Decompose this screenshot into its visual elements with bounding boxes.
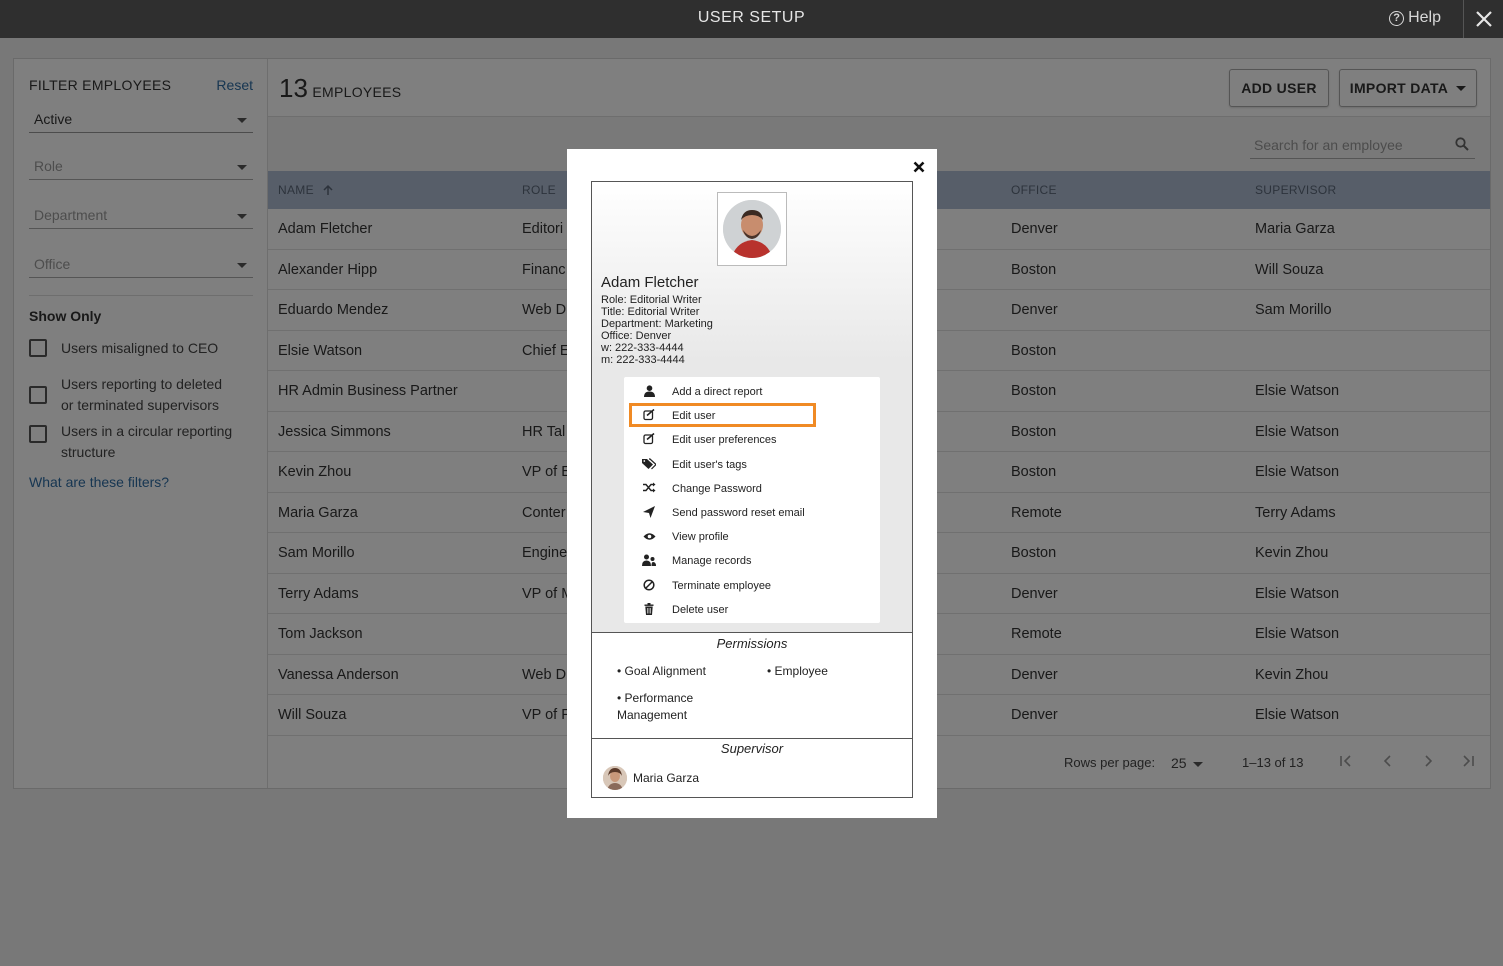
eye-icon [642,530,656,542]
permissions-section: Permissions • Goal Alignment • Employee … [592,633,912,739]
profile-photo [723,200,781,258]
top-bar: USER SETUP ? Help [0,0,1503,38]
detail-line: Title: Editorial Writer [601,306,700,318]
menu-item-label: Edit user [672,410,716,423]
menu-item-terminate-employee[interactable]: Terminate employee [624,573,880,597]
menu-item-label: Send password reset email [672,507,805,519]
detail-line: m: 222-333-4444 [601,354,685,366]
menu-item-view-profile[interactable]: View profile [624,524,880,548]
help-icon: ? [1389,10,1405,26]
menu-item-label: Change Password [672,482,762,495]
close-icon [913,161,925,173]
supervisor-section: Supervisor Maria Garza [592,739,912,797]
supervisor-title: Supervisor [720,741,784,756]
menu-item-label: Manage records [672,555,752,568]
menu-item-label: Add a direct report [672,386,763,398]
permission-item: • Performance [617,691,694,705]
person-icon [642,385,656,397]
menu-item-label: Delete user [672,603,729,616]
supervisor-avatar [603,766,627,790]
menu-item-label: Terminate employee [672,579,772,592]
help-label: Help [1408,9,1441,26]
permission-item: Management [617,708,688,722]
menu-item-delete-user[interactable]: Delete user [624,597,880,621]
permission-item: • Goal Alignment [617,664,706,678]
tags-icon [642,457,656,470]
menu-item-send-password-reset-email[interactable]: Send password reset email [624,500,880,524]
close-modal-button[interactable] [913,157,925,178]
menu-item-edit-user-preferences[interactable]: Edit user preferences [624,427,880,451]
menu-item-label: View profile [672,531,729,544]
shuffle-icon [642,482,656,494]
permission-item: • Employee [767,664,828,678]
menu-item-edit-user[interactable]: Edit user [629,403,816,428]
avatar [717,192,787,266]
menu-item-manage-records[interactable]: Manage records [624,548,880,572]
detail-line: Role: Editorial Writer [601,294,702,306]
edit-icon [642,409,656,421]
supervisor-person[interactable]: Maria Garza [603,766,699,790]
ban-icon [642,579,656,591]
detail-line: w: 222-333-4444 [601,342,684,354]
user-card-header: Adam Fletcher Role: Editorial Writer Titl… [592,182,912,633]
menu-item-change-password[interactable]: Change Password [624,476,880,500]
menu-item-edit-user-s-tags[interactable]: Edit user's tags [624,452,880,476]
menu-item-add-a-direct-report[interactable]: Add a direct report [624,379,880,403]
menu-item-label: Edit user's tags [672,458,747,471]
trash-icon [642,602,656,615]
close-icon [1475,11,1492,27]
user-details: Role: Editorial Writer Title: Editorial W… [601,294,713,366]
close-button[interactable] [1463,0,1503,38]
menu-item-label: Edit user preferences [672,434,777,447]
send-icon [642,506,656,518]
users-icon [642,554,656,567]
user-name: Adam Fletcher [601,274,699,291]
user-action-menu: Add a direct report Edit user Edit user pr… [624,377,880,623]
help-button[interactable]: ? Help [1389,9,1441,27]
user-modal: Adam Fletcher Role: Editorial Writer Titl… [567,149,937,818]
permissions-title: Permissions [716,636,788,651]
page-title: USER SETUP [697,9,806,26]
user-card: Adam Fletcher Role: Editorial Writer Titl… [591,181,913,798]
edit-icon [642,433,656,445]
supervisor-name: Maria Garza [633,771,700,785]
detail-line: Office: Denver [601,330,672,342]
detail-line: Department: Marketing [601,318,713,330]
